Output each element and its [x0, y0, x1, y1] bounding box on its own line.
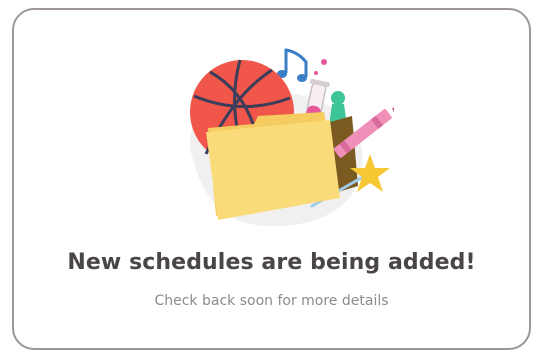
empty-state-message: Check back soon for more details — [154, 293, 389, 309]
empty-state-card: New schedules are being added! Check bac… — [12, 8, 531, 350]
empty-schedule-illustration — [162, 36, 394, 232]
music-note-icon — [277, 48, 308, 82]
empty-state-title: New schedules are being added! — [67, 250, 476, 275]
